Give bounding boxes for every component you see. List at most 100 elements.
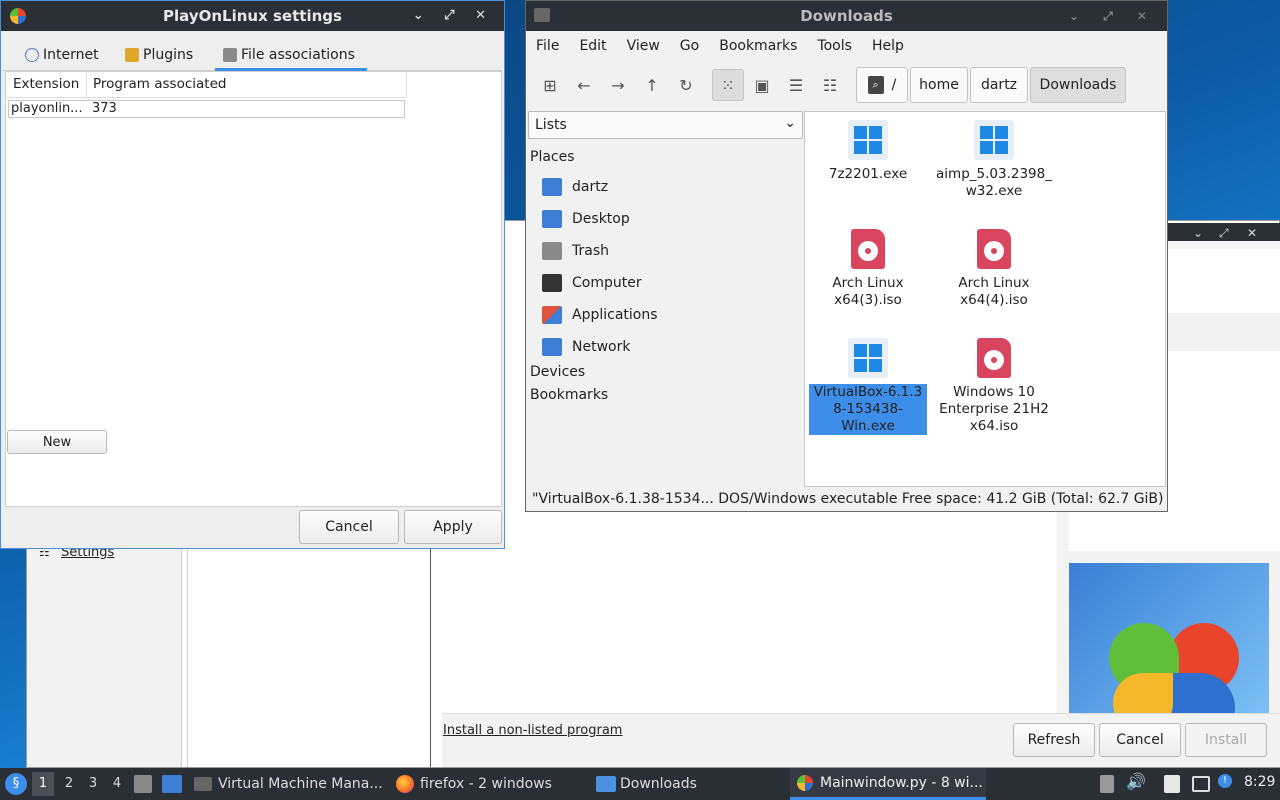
menu-bookmarks[interactable]: Bookmarks [719, 38, 797, 54]
side-pane: Lists ⌄ Places dartz Desktop Trash Compu… [528, 111, 803, 489]
file-item[interactable]: Windows 10 Enterprise 21H2 x64.iso [935, 338, 1053, 435]
volume-icon[interactable]: 🔊 [1126, 772, 1146, 791]
clock[interactable]: 8:29 [1244, 774, 1275, 790]
thumbnail-view-icon[interactable]: ▣ [746, 69, 778, 101]
menu-help[interactable]: Help [872, 38, 904, 54]
windows-exe-icon [848, 120, 888, 160]
show-desktop-icon[interactable] [162, 775, 182, 793]
refresh-button[interactable]: Refresh [1013, 723, 1095, 757]
install-non-listed-link[interactable]: Install a non-listed program [443, 723, 622, 738]
file-item[interactable]: 7z2201.exe [809, 120, 927, 183]
menu-file[interactable]: File [536, 38, 559, 54]
notification-icon[interactable]: ! [1218, 774, 1232, 788]
playonlinux-icon [10, 8, 26, 24]
storage-tray-icon[interactable] [1100, 775, 1114, 793]
network-tray-icon[interactable] [1192, 776, 1210, 792]
desktop-icon [542, 210, 562, 228]
window-controls[interactable]: ⌄ ⤢ ✕ [1069, 1, 1157, 31]
workspace-2[interactable]: 2 [58, 772, 80, 796]
task-label: Downloads [620, 776, 697, 792]
globe-icon [25, 48, 39, 62]
task-mainwindow[interactable]: Mainwindow.py - 8 wi... [790, 768, 986, 800]
menu-edit[interactable]: Edit [579, 38, 606, 54]
tab-internet[interactable]: Internet [25, 41, 99, 69]
back-icon[interactable]: ← [568, 69, 600, 101]
tab-label: Plugins [143, 47, 194, 63]
place-desktop[interactable]: Desktop [542, 207, 630, 231]
close-icon[interactable]: ✕ [1247, 226, 1257, 240]
folder-icon [534, 8, 550, 22]
cancel-button-main[interactable]: Cancel [1099, 723, 1181, 757]
file-name: Windows 10 Enterprise 21H2 x64.iso [939, 384, 1049, 434]
maximize-icon[interactable]: ⤢ [1219, 226, 1229, 241]
task-label: Virtual Machine Mana... [218, 776, 383, 792]
forward-icon[interactable]: → [602, 69, 634, 101]
compact-view-icon[interactable]: ☰ [780, 69, 812, 101]
apply-button[interactable]: Apply [404, 510, 502, 544]
place-dartz[interactable]: dartz [542, 175, 608, 199]
workspace-1[interactable]: 1 [32, 772, 54, 796]
virt-manager-icon [194, 777, 212, 791]
install-button[interactable]: Install [1185, 723, 1267, 757]
place-trash[interactable]: Trash [542, 239, 609, 263]
file-item[interactable]: Arch Linux x64(3).iso [809, 229, 927, 309]
reload-icon[interactable]: ↻ [670, 69, 702, 101]
file-associations-icon [223, 48, 237, 62]
places-header[interactable]: Places [530, 149, 575, 165]
start-menu-icon[interactable]: § [5, 773, 27, 795]
tab-plugins[interactable]: Plugins [125, 41, 193, 69]
menu-go[interactable]: Go [680, 38, 699, 54]
trash-icon [542, 242, 562, 260]
cancel-button[interactable]: Cancel [299, 510, 399, 544]
column-header-extension[interactable]: Extension [13, 76, 79, 92]
playonlinux-icon [797, 774, 813, 791]
status-bar: "VirtualBox-6.1.38-1534... DOS/Windows e… [532, 491, 1164, 507]
file-manager-launcher-icon[interactable] [134, 775, 152, 793]
bookmarks-header[interactable]: Bookmarks [530, 387, 608, 403]
plugin-icon [125, 48, 139, 62]
task-virt-manager[interactable]: Virtual Machine Mana... [194, 768, 386, 800]
breadcrumb-root[interactable]: ⌕ / [856, 67, 908, 103]
devices-header[interactable]: Devices [530, 364, 585, 380]
new-association-button[interactable]: New [7, 430, 107, 454]
file-item-selected[interactable]: VirtualBox-6.1.3 8-153438- Win.exe [809, 338, 927, 435]
place-label: dartz [572, 179, 609, 195]
file-associations-panel: Extension Program associated playonlin..… [5, 71, 502, 507]
up-icon[interactable]: ↑ [636, 69, 668, 101]
icon-view-icon[interactable]: ⁙ [712, 69, 744, 101]
workspace-4[interactable]: 4 [106, 772, 128, 796]
place-network[interactable]: Network [542, 335, 630, 359]
breadcrumb-home[interactable]: home [910, 67, 968, 103]
place-applications[interactable]: Applications [542, 303, 658, 327]
side-pane-mode-select[interactable]: Lists ⌄ [528, 111, 803, 139]
menu-tools[interactable]: Tools [817, 38, 852, 54]
file-name: 7z2201.exe [828, 166, 908, 182]
table-header: Extension Program associated [6, 72, 407, 98]
tab-file-associations[interactable]: File associations [215, 41, 367, 71]
window-controls[interactable]: ⌄ ⤢ ✕ [413, 1, 494, 31]
place-computer[interactable]: Computer [542, 271, 642, 295]
breadcrumb-root-label: / [891, 77, 897, 93]
detailed-list-view-icon[interactable]: ☷ [814, 69, 846, 101]
windows-exe-icon [848, 338, 888, 378]
tab-label: File associations [241, 47, 355, 63]
workspace-3[interactable]: 3 [82, 772, 104, 796]
breadcrumb-downloads[interactable]: Downloads [1030, 67, 1126, 103]
toggle-path-icon: ⌕ [867, 76, 884, 94]
new-tab-icon[interactable]: ⊞ [534, 69, 566, 101]
table-row[interactable]: playonlin... 373 [8, 100, 405, 118]
taskbar: § 1 2 3 4 Virtual Machine Mana... firefo… [0, 768, 1280, 800]
file-item[interactable]: aimp_5.03.2398_ w32.exe [935, 120, 1053, 200]
file-icon-view: 7z2201.exe aimp_5.03.2398_ w32.exe Arch … [804, 111, 1166, 487]
minimize-icon[interactable]: ⌄ [1193, 226, 1203, 240]
side-pane-mode-value: Lists [535, 117, 567, 133]
task-firefox[interactable]: firefox - 2 windows [396, 768, 586, 800]
file-item[interactable]: Arch Linux x64(4).iso [935, 229, 1053, 309]
column-header-program[interactable]: Program associated [93, 76, 226, 92]
breadcrumb-dartz[interactable]: dartz [970, 67, 1028, 103]
file-name: Arch Linux x64(3).iso [832, 275, 904, 308]
menu-view[interactable]: View [627, 38, 660, 54]
clipboard-icon[interactable] [1164, 775, 1180, 793]
main-content-area [441, 511, 1057, 711]
task-downloads[interactable]: Downloads [596, 768, 782, 800]
